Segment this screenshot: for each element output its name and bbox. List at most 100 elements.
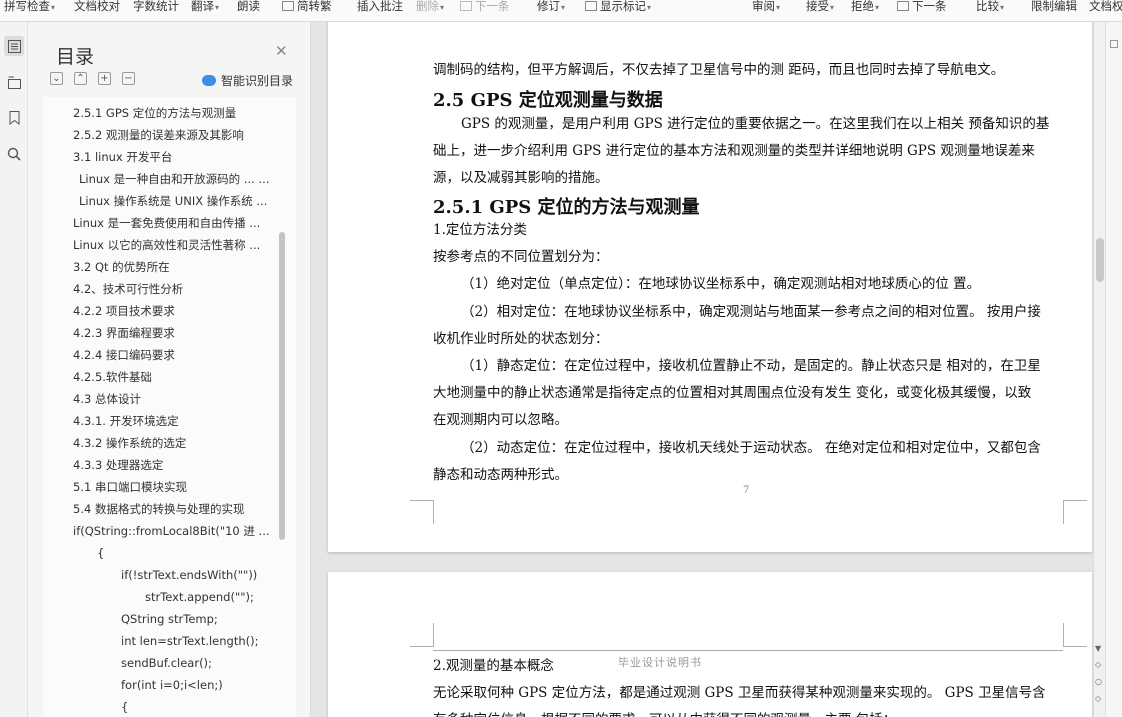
chevron-down-icon: ▾	[561, 3, 566, 12]
search-button[interactable]	[4, 144, 24, 164]
add-heading-icon[interactable]: +	[98, 72, 111, 85]
margin-marker	[1063, 623, 1087, 647]
translate-button[interactable]: 翻译▾	[191, 0, 219, 15]
insert-comment-button[interactable]: 插入批注	[357, 0, 403, 15]
left-nav-rail	[0, 22, 28, 717]
toc-panel: 目录 ✕ ⌄ ⌃ + − 智能识别目录 2.5.1 GPS 定位的方法与观测量 …	[28, 22, 311, 717]
next-page-icon[interactable]: ◇	[1095, 694, 1101, 703]
restrict-editing-button[interactable]: 限制编辑	[1031, 0, 1077, 15]
remove-heading-icon[interactable]: −	[122, 72, 135, 85]
bookmark-icon	[9, 111, 19, 125]
page-number: 7	[743, 485, 750, 496]
document-permissions-button[interactable]: 文档权	[1089, 0, 1122, 15]
chevron-down-icon: ▾	[875, 3, 880, 12]
review-toolbar: 拼写检查▾ 文档校对 字数统计 翻译▾ 朗读 简转繁 插入批注 删除▾ 下一条 …	[0, 0, 1122, 22]
delete-comment-button[interactable]: 删除▾	[416, 0, 444, 15]
header-rule	[433, 650, 1063, 651]
paragraph-text: 无论采取何种 GPS 定位方法，都是通过观测 GPS 卫星而获得某种观测量来实现…	[433, 685, 1046, 701]
toc-item[interactable]: Linux 以它的高效性和灵活性著称 ...	[73, 234, 288, 256]
toc-item[interactable]: for(int i=0;i<len;)	[121, 674, 291, 696]
accept-button[interactable]: 接受▾	[806, 0, 834, 15]
toc-item[interactable]: 4.2.4 接口编码要求	[73, 344, 288, 366]
simplified-to-traditional-button[interactable]: 简转繁	[282, 0, 332, 15]
toc-item[interactable]: 5.4 数据格式的转换与处理的实现	[73, 498, 288, 520]
next-change-button[interactable]: 下一条	[897, 0, 947, 15]
paragraph-text: 按参考点的不同位置划分为：	[433, 249, 609, 265]
markup-icon	[585, 1, 597, 11]
toc-item[interactable]: 4.2.3 界面编程要求	[73, 322, 288, 344]
chevron-down-icon: ▾	[776, 3, 781, 12]
compare-button[interactable]: 比较▾	[976, 0, 1004, 15]
toc-item[interactable]: 4.3 总体设计	[73, 388, 288, 410]
chevron-down-icon: ▾	[51, 3, 56, 12]
spell-check-button[interactable]: 拼写检查▾	[4, 0, 55, 15]
toc-item[interactable]: QString strTemp;	[121, 608, 291, 630]
paragraph-text: 收机作业时所处的状态划分：	[433, 331, 609, 347]
chevron-down-icon: ▾	[1000, 3, 1005, 12]
toc-item[interactable]: if(QString::fromLocal8Bit("10 进 ...	[73, 520, 288, 542]
toc-item[interactable]: 5.1 串口端口模块实现	[73, 476, 288, 498]
toc-item[interactable]: Linux 操作系统是 UNIX 操作系统 ...	[79, 190, 289, 212]
toc-item[interactable]: sendBuf.clear();	[121, 652, 291, 674]
toc-item[interactable]: 2.5.2 观测量的误差来源及其影响	[73, 124, 293, 146]
margin-marker	[410, 623, 434, 647]
word-count-button[interactable]: 字数统计	[133, 0, 179, 15]
toc-title: 目录	[56, 46, 95, 68]
search-icon	[7, 147, 21, 161]
toc-item[interactable]: {	[121, 696, 291, 717]
toc-item[interactable]: 4.3.3 处理器选定	[73, 454, 288, 476]
expand-all-icon[interactable]: ⌄	[50, 72, 63, 85]
next-icon	[897, 1, 909, 11]
panel-icon[interactable]	[1110, 40, 1118, 48]
toc-item[interactable]: 3.2 Qt 的优势所在	[73, 256, 288, 278]
toc-item[interactable]: strText.append("");	[145, 586, 291, 608]
document-page: 调制码的结构，但平方解调后，不仅去掉了卫星信号中的测 距码，而且也同时去掉了导航…	[328, 22, 1092, 552]
cloud-icon	[202, 75, 216, 86]
heading-2-5: 2.5 GPS 定位观测量与数据	[433, 90, 663, 111]
toc-item[interactable]: 3.1 linux 开发平台	[73, 146, 293, 168]
paragraph-text: （2）相对定位：在地球协议坐标系中，确定观测站与地面某一参考点之间的相对位置。 …	[461, 304, 1041, 320]
paragraph-text: 在观测期内可以忽略。	[433, 412, 568, 428]
toc-item[interactable]: {	[97, 542, 287, 564]
toc-item[interactable]: 4.3.1. 开发环境选定	[73, 410, 288, 432]
bookmark-button[interactable]	[4, 108, 24, 128]
paragraph-text: 1.定位方法分类	[433, 222, 527, 238]
select-browse-icon[interactable]: ○	[1095, 677, 1102, 686]
toc-scrollbar-thumb[interactable]	[279, 232, 285, 540]
toc-item[interactable]: if(!strText.endsWith(""))	[121, 564, 291, 586]
paragraph-text: （1）静态定位：在定位过程中，接收机位置静止不动，是固定的。静止状态只是 相对的…	[461, 358, 1041, 374]
review-pane-button[interactable]: 审阅▾	[752, 0, 780, 15]
collapse-all-icon[interactable]: ⌃	[74, 72, 87, 85]
close-icon[interactable]: ✕	[275, 42, 288, 60]
toc-item[interactable]: 4.2、技术可行性分析	[73, 278, 288, 300]
next-comment-button[interactable]: 下一条	[460, 0, 510, 15]
paragraph-text: （1）绝对定位（单点定位）：在地球协议坐标系中，确定观测站相对地球质心的位 置。	[461, 276, 981, 292]
toc-item[interactable]: Linux 是一套免费使用和自由传播 ...	[73, 212, 288, 234]
reject-button[interactable]: 拒绝▾	[851, 0, 879, 15]
document-page: 毕业设计说明书 2.观测量的基本概念 无论采取何种 GPS 定位方法，都是通过观…	[328, 572, 1092, 717]
toc-item[interactable]: Linux 是一种自由和开放源码的 ... ...	[79, 168, 289, 190]
toc-item[interactable]: 4.2.2 项目技术要求	[73, 300, 288, 322]
paragraph-text: 调制码的结构，但平方解调后，不仅去掉了卫星信号中的测 距码，而且也同时去掉了导航…	[433, 62, 1005, 78]
scrollbar-thumb[interactable]	[1096, 238, 1104, 282]
scroll-down-icon[interactable]: ▼	[1095, 644, 1101, 653]
heading-2-5-1: 2.5.1 GPS 定位的方法与观测量	[433, 197, 700, 218]
toc-item[interactable]: 2.5.1 GPS 定位的方法与观测量	[73, 102, 293, 124]
read-aloud-button[interactable]: 朗读	[237, 0, 260, 15]
toc-item[interactable]: 4.3.2 操作系统的选定	[73, 432, 288, 454]
margin-marker	[410, 500, 434, 524]
prev-page-icon[interactable]: ◇	[1095, 660, 1101, 669]
document-scrollbar[interactable]: ▼ ◇ ○ ◇	[1093, 22, 1105, 717]
chevron-down-icon: ▾	[440, 3, 445, 12]
chapter-nav-button[interactable]	[4, 72, 24, 92]
smart-toc-button[interactable]: 智能识别目录	[202, 72, 293, 89]
paragraph-text: 大地测量中的静止状态通常是指待定点的位置相对其周围点位没有发生 变化，或变化极其…	[433, 385, 1032, 401]
right-task-rail	[1105, 22, 1122, 717]
show-markup-button[interactable]: 显示标记▾	[585, 0, 651, 15]
toc-item[interactable]: int len=strText.length();	[121, 630, 291, 652]
doc-proofread-button[interactable]: 文档校对	[74, 0, 120, 15]
toc-item[interactable]: 4.2.5.软件基础	[73, 366, 288, 388]
chevron-down-icon: ▾	[215, 3, 220, 12]
track-changes-button[interactable]: 修订▾	[537, 0, 565, 15]
toc-panel-button[interactable]	[4, 36, 24, 56]
